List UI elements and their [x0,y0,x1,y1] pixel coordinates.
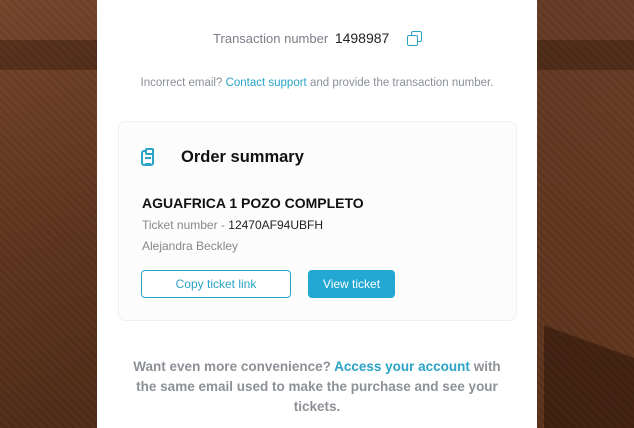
ticket-number-value: 12470AF94UBFH [228,218,323,232]
view-ticket-button[interactable]: View ticket [308,270,395,298]
support-note: Incorrect email? Contact support and pro… [97,77,537,89]
order-summary-panel: Order summary AGUAFRICA 1 POZO COMPLETO … [119,122,516,320]
order-summary-header: Order summary [141,147,304,167]
event-name: AGUAFRICA 1 POZO COMPLETO [142,195,364,211]
transaction-number: 1498987 [334,30,390,46]
contact-support-link[interactable]: Contact support [226,77,307,89]
transaction-label: Transaction number [213,31,329,46]
ticket-holder-name: Alejandra Beckley [142,239,239,253]
order-summary-title: Order summary [181,148,304,166]
note-prefix: Incorrect email? [140,77,223,89]
transaction-row: Transaction number 1498987 [97,30,537,46]
confirmation-card: Transaction number 1498987 Incorrect ema… [97,0,537,428]
copy-ticket-link-button[interactable]: Copy ticket link [141,270,291,298]
promo-prefix: Want even more convenience? [133,359,331,374]
access-account-link[interactable]: Access your account [334,359,470,374]
ticket-number-label: Ticket number - [142,218,225,232]
background-band-right [534,40,634,70]
account-promo: Want even more convenience? Access your … [123,357,511,417]
background-shadow [544,288,634,428]
background-band-left [0,40,100,70]
note-suffix: and provide the transaction number. [309,77,494,89]
clipboard-icon [141,147,154,166]
copy-icon[interactable] [406,31,422,46]
ticket-number-row: Ticket number - 12470AF94UBFH [142,218,323,232]
